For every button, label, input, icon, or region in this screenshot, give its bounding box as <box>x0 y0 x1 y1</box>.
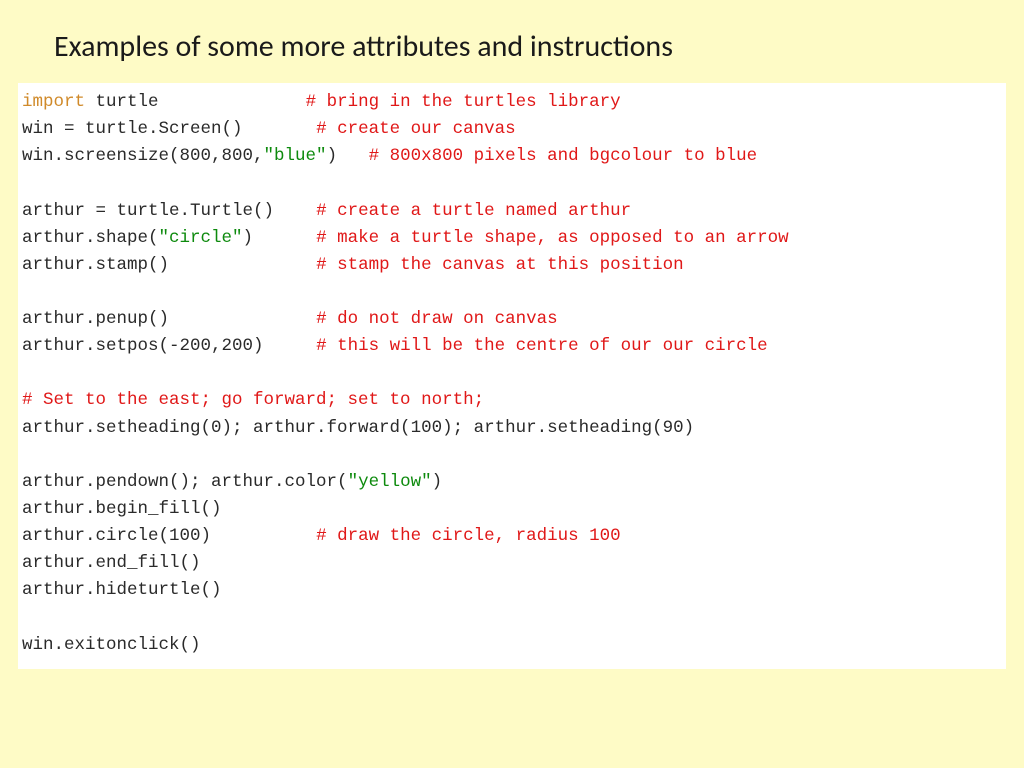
code-text: ) <box>243 228 317 248</box>
code-text: arthur.shape( <box>22 228 159 248</box>
code-text: arthur.circle(100) <box>22 526 316 546</box>
code-text: win.screensize(800,800, <box>22 146 264 166</box>
string-literal: "circle" <box>159 228 243 248</box>
code-text: arthur.penup() <box>22 309 316 329</box>
comment: # make a turtle shape, as opposed to an … <box>316 228 789 248</box>
code-text: arthur.pendown(); arthur.color( <box>22 472 348 492</box>
code-text: arthur.hideturtle() <box>22 580 222 600</box>
slide: Examples of some more attributes and ins… <box>0 0 1024 768</box>
code-text: arthur = turtle.Turtle() <box>22 201 316 221</box>
code-text: ) <box>432 472 443 492</box>
code-line: # Set to the east; go forward; set to no… <box>22 390 484 410</box>
comment: # create our canvas <box>316 119 516 139</box>
code-line: arthur.end_fill() <box>22 553 201 573</box>
comment: # Set to the east; go forward; set to no… <box>22 390 484 410</box>
code-line: arthur.hideturtle() <box>22 580 222 600</box>
code-line: arthur = turtle.Turtle() # create a turt… <box>22 201 631 221</box>
comment: # this will be the centre of our our cir… <box>316 336 768 356</box>
string-literal: "yellow" <box>348 472 432 492</box>
code-text: win = turtle.Screen() <box>22 119 316 139</box>
comment: # stamp the canvas at this position <box>316 255 684 275</box>
comment: # draw the circle, radius 100 <box>316 526 621 546</box>
code-line: arthur.begin_fill() <box>22 499 222 519</box>
comment: # create a turtle named arthur <box>316 201 631 221</box>
keyword-import: import <box>22 92 85 112</box>
comment: # do not draw on canvas <box>316 309 558 329</box>
code-text: arthur.begin_fill() <box>22 499 222 519</box>
code-text: win.exitonclick() <box>22 635 201 655</box>
code-line: arthur.shape("circle") # make a turtle s… <box>22 228 789 248</box>
code-line: arthur.penup() # do not draw on canvas <box>22 309 558 329</box>
code-text: arthur.setpos(-200,200) <box>22 336 316 356</box>
string-literal: "blue" <box>264 146 327 166</box>
code-text: arthur.end_fill() <box>22 553 201 573</box>
code-line: arthur.stamp() # stamp the canvas at thi… <box>22 255 684 275</box>
code-text: arthur.setheading(0); arthur.forward(100… <box>22 418 694 438</box>
code-line: arthur.circle(100) # draw the circle, ra… <box>22 526 621 546</box>
slide-title: Examples of some more attributes and ins… <box>54 28 1024 65</box>
code-text: arthur.stamp() <box>22 255 316 275</box>
code-line: arthur.setpos(-200,200) # this will be t… <box>22 336 768 356</box>
code-line: win = turtle.Screen() # create our canva… <box>22 119 516 139</box>
code-line: win.exitonclick() <box>22 635 201 655</box>
code-line: import turtle # bring in the turtles lib… <box>22 92 621 112</box>
code-line: arthur.pendown(); arthur.color("yellow") <box>22 472 442 492</box>
code-text: ) <box>327 146 369 166</box>
code-line: win.screensize(800,800,"blue") # 800x800… <box>22 146 757 166</box>
comment: # bring in the turtles library <box>306 92 621 112</box>
code-block: import turtle # bring in the turtles lib… <box>18 83 1006 669</box>
comment: # 800x800 pixels and bgcolour to blue <box>369 146 758 166</box>
code-text: turtle <box>85 92 306 112</box>
code-line: arthur.setheading(0); arthur.forward(100… <box>22 418 694 438</box>
